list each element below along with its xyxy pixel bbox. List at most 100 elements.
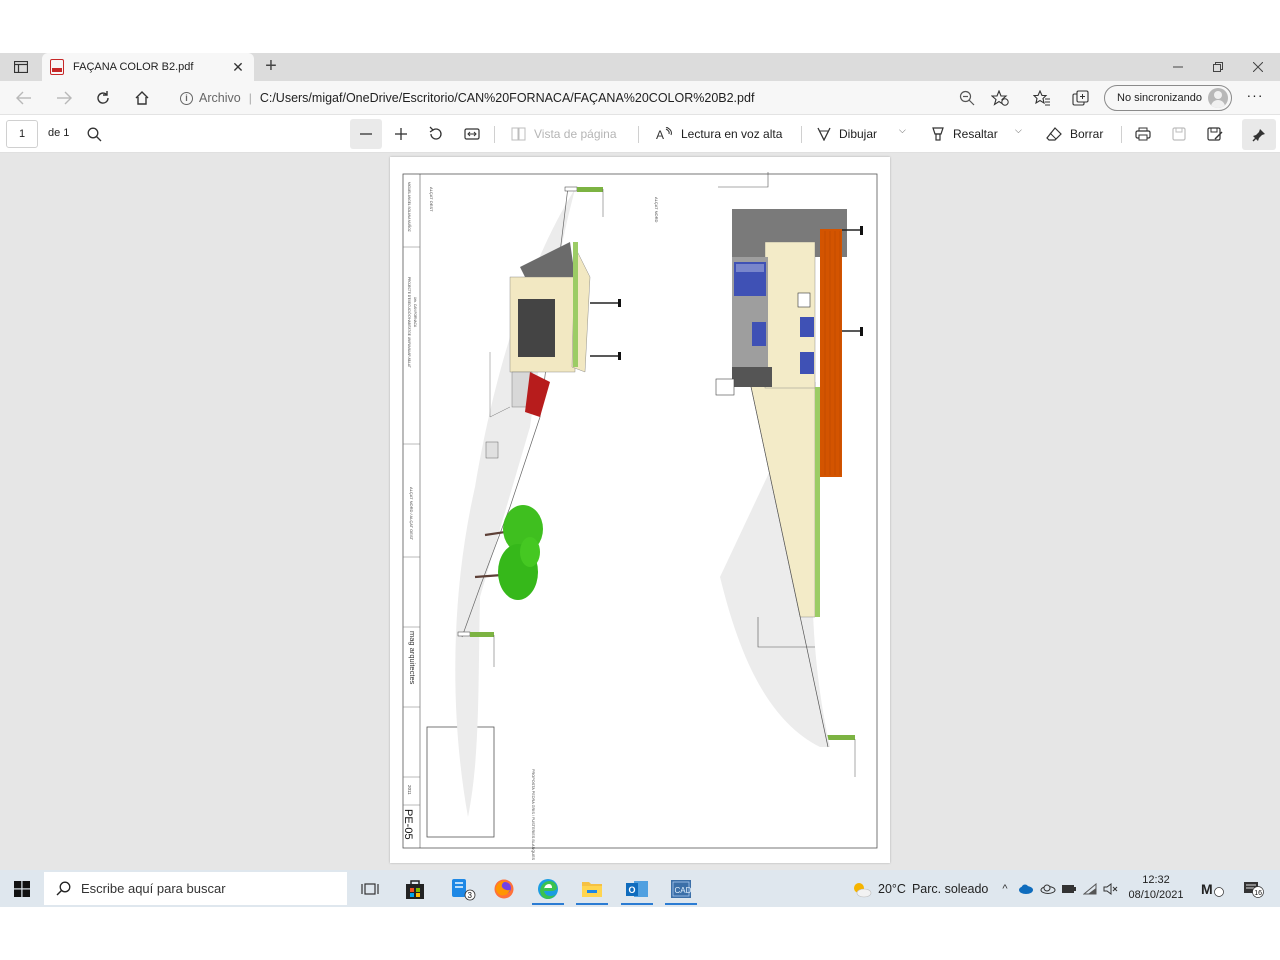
page-number-input[interactable]: 1 [6,120,38,148]
minimize-button[interactable] [1158,53,1198,81]
print-button[interactable] [1131,123,1155,145]
save-icon [1172,127,1186,141]
refresh-icon [97,91,109,104]
refresh-button[interactable] [89,85,117,111]
erase-button[interactable]: Borrar [1046,122,1103,146]
toolbar-divider [1121,126,1122,143]
info-icon[interactable]: i [180,91,193,105]
cloud-icon[interactable] [1039,880,1057,898]
highlighter-icon [931,127,945,141]
north-base-step [715,378,735,396]
zoom-in-button[interactable] [389,123,413,145]
north-base-dark [732,367,772,387]
back-arrow-icon [16,91,31,105]
restore-button[interactable] [1198,53,1238,81]
firefox-app-button[interactable] [484,872,524,905]
page-view-icon [511,127,526,141]
weather-desc: Parc. soleado [911,882,989,896]
weather-widget[interactable]: 20°C Parc. soleado [850,880,988,898]
title-bar: FAÇANA COLOR B2.pdf ✕ + [0,53,1280,81]
outlook-app-button[interactable]: O [617,872,657,905]
url-text[interactable]: C:/Users/migaf/OneDrive/Escritorio/CAN%2… [260,91,755,105]
highlight-button[interactable]: Resaltar [931,122,998,146]
draw-button[interactable]: Dibujar [817,122,877,146]
draw-options-chevron-icon[interactable]: ⌵ [899,125,906,136]
files-app-button[interactable]: 3 [443,872,483,905]
collections-icon [1072,90,1089,106]
url-field[interactable]: i Archivo | C:/Users/migaf/OneDrive/Escr… [174,84,1014,112]
read-aloud-button[interactable]: A Lectura en voz alta [656,122,782,146]
page-count-label: de 1 [48,127,70,139]
minus-icon [360,133,372,135]
north-tile-facade [820,229,842,477]
zoom-out-button[interactable] [350,119,382,149]
page-view-label: Vista de página [534,127,617,141]
close-window-button[interactable] [1238,53,1278,81]
onedrive-icon[interactable] [1017,880,1035,898]
search-placeholder: Escribe aquí para buscar [81,881,226,896]
pdf-icon [50,59,64,75]
west-base-block [485,441,499,459]
tab-title: FAÇANA COLOR B2.pdf [73,61,194,73]
save-as-icon [1207,127,1223,141]
tab-actions-button[interactable] [8,57,34,77]
task-view-button[interactable] [350,872,390,905]
notifications-button[interactable]: 16 [1242,880,1266,898]
collections-button[interactable] [1069,87,1093,109]
browser-tab[interactable]: FAÇANA COLOR B2.pdf ✕ [42,53,254,81]
file-explorer-button[interactable] [572,872,612,905]
close-icon [1253,62,1263,72]
add-favorite-button[interactable] [988,87,1012,109]
svg-text:A: A [656,128,664,141]
minimize-icon [1173,66,1183,68]
firefox-icon [494,879,514,898]
edge-app-button[interactable] [528,872,568,905]
ime-indicator-icon[interactable]: M [1200,880,1226,898]
screen: FAÇANA COLOR B2.pdf ✕ + i Archivo | C:/U… [0,0,1280,960]
system-clock[interactable]: 12:32 08/10/2021 [1124,873,1188,903]
proposal-label: PROPOSTA PEDRA GRIS / FUSTERIES BLANQUES [531,769,535,861]
tab-actions-icon [14,61,28,73]
pdf-toolbar: 1 de 1 Vista de página A Lectura en voz … [0,116,1280,153]
url-scheme-label: Archivo [199,91,241,105]
new-tab-button[interactable]: + [260,55,282,79]
store-bag-icon [406,879,424,899]
save-button[interactable] [1167,123,1191,145]
show-hidden-icons-chevron-icon[interactable]: ^ [996,880,1014,898]
taskbar-search-input[interactable]: Escribe aquí para buscar [44,872,347,905]
erase-label: Borrar [1070,127,1104,141]
star-add-icon [991,90,1009,106]
pin-toolbar-button[interactable] [1242,119,1276,150]
find-button[interactable] [82,123,106,145]
pdf-viewer[interactable]: MIGUEL ANGEL SOLANA MUÑOZ PROJECTE D'EXE… [0,153,1280,870]
store-app-button[interactable] [395,872,435,905]
home-button[interactable] [128,85,156,111]
zoom-button[interactable] [955,87,979,109]
rotate-icon [429,126,442,140]
svg-text:Urb. CAN FORNACA: Urb. CAN FORNACA [413,297,417,328]
north-window-mid [752,322,766,346]
zoom-out-icon [959,90,975,106]
tab-close-button[interactable]: ✕ [230,59,246,76]
fit-width-button[interactable] [460,123,484,145]
save-as-button[interactable] [1203,123,1227,145]
back-button[interactable] [10,85,38,111]
battery-icon[interactable] [1060,880,1078,898]
volume-muted-icon[interactable] [1102,880,1120,898]
toolbar-divider [494,126,495,143]
favorites-button[interactable] [1030,87,1054,109]
highlight-options-chevron-icon[interactable]: ⌵ [1015,125,1022,136]
avatar-icon [1208,88,1228,108]
sync-status-label: No sincronizando [1117,92,1202,104]
cad-app-button[interactable]: CAD [661,872,701,905]
forward-button[interactable] [50,85,78,111]
start-button[interactable] [0,870,44,907]
settings-more-button[interactable]: ··· [1244,87,1266,109]
page-view-button[interactable]: Vista de página [511,122,617,146]
rotate-button[interactable] [424,123,448,145]
files-badge: 3 [468,891,473,900]
plus-icon [395,128,407,140]
wifi-icon[interactable] [1081,880,1099,898]
search-icon [56,881,71,896]
profile-sync-button[interactable]: No sincronizando [1104,85,1232,111]
